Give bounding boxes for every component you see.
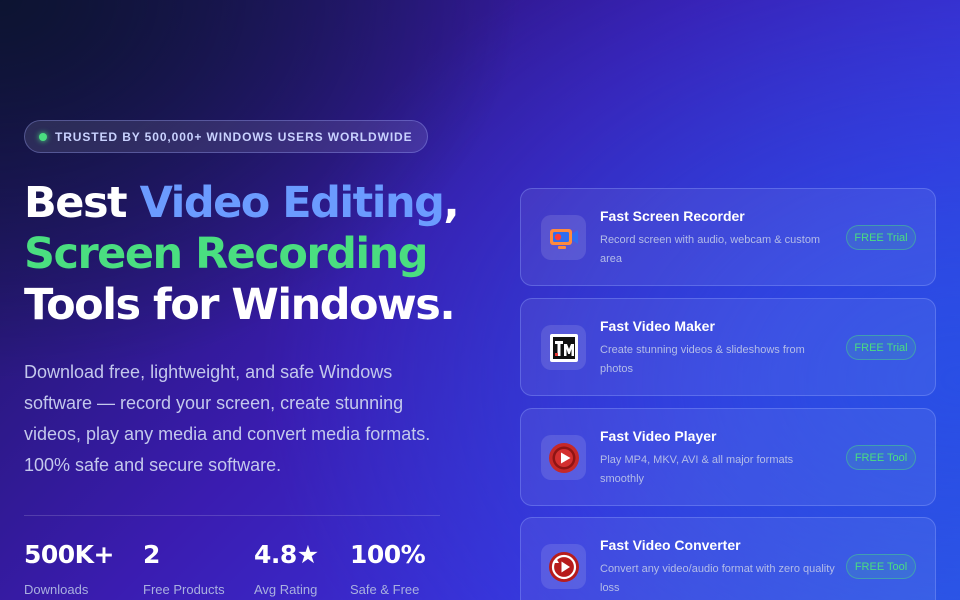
- video-maker-icon: [541, 325, 586, 370]
- stat-label: Avg Rating: [254, 582, 318, 597]
- stat-avg-rating: 4.8★ Avg Rating: [254, 540, 319, 597]
- hero-highlight-screen-recording: Screen Recording: [24, 229, 429, 279]
- product-name: Fast Video Maker: [600, 318, 715, 334]
- video-player-icon: [541, 435, 586, 480]
- free-trial-badge[interactable]: FREE Trial: [846, 225, 916, 250]
- product-name: Fast Screen Recorder: [600, 208, 745, 224]
- free-tool-badge[interactable]: FREE Tool: [846, 554, 916, 579]
- stat-value: 4.8★: [254, 540, 319, 569]
- product-card-video-maker[interactable]: Fast Video Maker Create stunning videos …: [520, 298, 936, 396]
- product-name: Fast Video Player: [600, 428, 717, 444]
- screen-recorder-icon: [541, 215, 586, 260]
- stat-downloads: 500K+ Downloads: [24, 540, 115, 597]
- product-card-video-converter[interactable]: Fast Video Converter Convert any video/a…: [520, 517, 936, 600]
- stat-label: Downloads: [24, 582, 89, 597]
- product-description: Convert any video/audio format with zero…: [600, 563, 835, 594]
- video-converter-icon: [541, 544, 586, 589]
- stat-value: 100%: [350, 540, 426, 569]
- stats-divider: [24, 515, 440, 516]
- product-card-screen-recorder[interactable]: Fast Screen Recorder Record screen with …: [520, 188, 936, 286]
- stat-safe-free: 100% Safe & Free: [350, 540, 426, 597]
- hero-heading: Best Video Editing, Screen Recording Too…: [24, 178, 460, 331]
- hero-line-1-prefix: Best: [24, 178, 140, 228]
- product-description: Play MP4, MKV, AVI & all major formats s…: [600, 454, 794, 485]
- trust-badge-text: TRUSTED BY 500,000+ WINDOWS USERS WORLDW…: [55, 129, 413, 144]
- product-description: Record screen with audio, webcam & custo…: [600, 234, 821, 265]
- product-card-video-player[interactable]: Fast Video Player Play MP4, MKV, AVI & a…: [520, 408, 936, 506]
- product-name: Fast Video Converter: [600, 537, 741, 553]
- trust-badge: TRUSTED BY 500,000+ WINDOWS USERS WORLDW…: [24, 120, 428, 153]
- hero-line-1-comma: ,: [443, 178, 459, 228]
- free-trial-badge[interactable]: FREE Trial: [846, 335, 916, 360]
- stat-value: 2: [143, 540, 160, 569]
- hero-line-3: Tools for Windows.: [24, 280, 456, 330]
- product-description: Create stunning videos & slideshows from…: [600, 344, 805, 375]
- free-tool-badge[interactable]: FREE Tool: [846, 445, 916, 470]
- stat-value: 500K+: [24, 540, 115, 569]
- hero-line-1: Best Video Editing,: [24, 178, 460, 229]
- stat-label: Free Products: [143, 582, 225, 597]
- stat-label: Safe & Free: [350, 582, 420, 597]
- status-dot-icon: [39, 132, 47, 141]
- hero-highlight-video-editing: Video Editing: [139, 178, 445, 228]
- hero-description: Download free, lightweight, and safe Win…: [24, 362, 431, 475]
- stat-free-products: 2 Free Products: [143, 540, 225, 597]
